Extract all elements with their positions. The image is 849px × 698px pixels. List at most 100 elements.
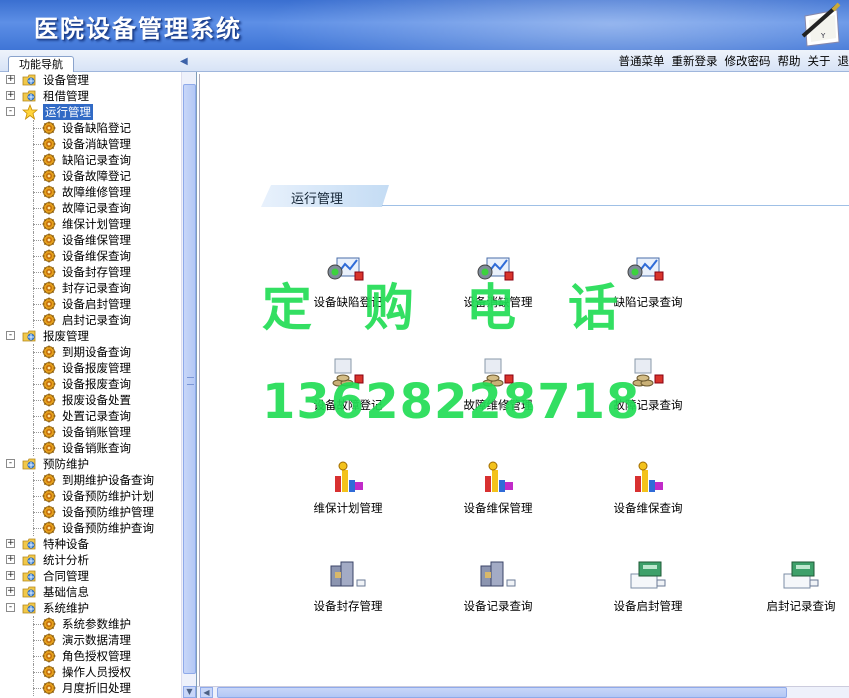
function-tile[interactable]: 维保计划管理 — [283, 460, 403, 530]
gear-icon — [42, 153, 56, 167]
tree-item[interactable]: 启封记录查询 — [0, 312, 180, 328]
expand-plus-icon[interactable]: + — [6, 75, 15, 84]
tree-connector — [33, 208, 41, 209]
gear-icon — [42, 137, 56, 151]
tree-item[interactable]: 设备维保管理 — [0, 232, 180, 248]
tree-item[interactable]: 故障维修管理 — [0, 184, 180, 200]
expand-plus-icon[interactable]: + — [6, 91, 15, 100]
tree-item[interactable]: 设备预防维护管理 — [0, 504, 180, 520]
tree-group[interactable]: - 运行管理 — [0, 103, 180, 121]
app-title: 医院设备管理系统 — [34, 14, 242, 43]
tree-group[interactable]: + 设备管理 — [0, 72, 180, 88]
tree-item[interactable]: 故障记录查询 — [0, 200, 180, 216]
function-tile[interactable]: 设备启封管理 — [583, 558, 703, 628]
gear-icon — [42, 441, 56, 455]
menu-change-password[interactable]: 修改密码 — [725, 53, 771, 69]
maint-manage-icon[interactable] — [475, 460, 519, 496]
collapse-minus-icon[interactable]: - — [6, 107, 15, 116]
function-tile[interactable]: 设备维保查询 — [583, 460, 703, 530]
tree-item[interactable]: 到期设备查询 — [0, 344, 180, 360]
tree-item[interactable]: 设备故障登记 — [0, 168, 180, 184]
menu-relogin[interactable]: 重新登录 — [672, 53, 718, 69]
tile-label[interactable]: 维保计划管理 — [283, 500, 413, 516]
maint-query-icon[interactable] — [625, 460, 669, 496]
tree-label: 设备故障登记 — [62, 169, 131, 183]
tile-label[interactable]: 设备启封管理 — [583, 598, 713, 614]
seal-query-icon[interactable] — [475, 558, 519, 594]
tree-item[interactable]: 设备销账管理 — [0, 424, 180, 440]
scroll-down-icon[interactable]: ▼ — [183, 686, 196, 698]
tree-item[interactable]: 封存记录查询 — [0, 280, 180, 296]
seal-manage-icon[interactable] — [325, 558, 369, 594]
tree-item[interactable]: 缺陷记录查询 — [0, 152, 180, 168]
tree-item[interactable]: 设备封存管理 — [0, 264, 180, 280]
function-tile[interactable]: 设备维保管理 — [433, 460, 553, 530]
tree-item[interactable]: 设备缺陷登记 — [0, 120, 180, 136]
tree-item[interactable]: 到期维护设备查询 — [0, 472, 180, 488]
sidebar-scrollbar[interactable]: ▼ — [181, 72, 196, 698]
gear-icon — [42, 233, 56, 247]
tree-group[interactable]: - 报废管理 — [0, 328, 180, 344]
menu-normal[interactable]: 普通菜单 — [619, 53, 665, 69]
tree-item[interactable]: 设备启封管理 — [0, 296, 180, 312]
tree-item[interactable]: 设备报废查询 — [0, 376, 180, 392]
tree-item[interactable]: 处置记录查询 — [0, 408, 180, 424]
collapse-minus-icon[interactable]: - — [6, 459, 15, 468]
function-tile[interactable]: 启封记录查询 — [736, 558, 849, 628]
tree-group[interactable]: + 统计分析 — [0, 552, 180, 568]
tree-item[interactable]: 设备预防维护查询 — [0, 520, 180, 536]
tree-connector — [33, 688, 41, 689]
expand-plus-icon[interactable]: + — [6, 571, 15, 580]
hscroll-thumb[interactable] — [217, 687, 787, 698]
expand-plus-icon[interactable]: + — [6, 555, 15, 564]
watermark-line1: 定购电话 — [262, 279, 670, 337]
tree-item[interactable]: 设备预防维护计划 — [0, 488, 180, 504]
scrollbar-thumb[interactable] — [183, 84, 196, 674]
menu-help[interactable]: 帮助 — [778, 53, 801, 69]
function-tile[interactable]: 设备封存管理 — [283, 558, 403, 628]
tree-item[interactable]: 维保计划管理 — [0, 216, 180, 232]
scroll-left-icon[interactable]: ◀ — [200, 687, 213, 698]
tree-item[interactable]: 系统参数维护 — [0, 616, 180, 632]
tile-label[interactable]: 设备维保管理 — [433, 500, 563, 516]
menu-about[interactable]: 关于 — [808, 53, 831, 69]
nav-tab[interactable]: 功能导航 — [8, 56, 74, 72]
tree-label: 启封记录查询 — [62, 313, 131, 327]
maint-plan-icon[interactable] — [325, 460, 369, 496]
tree-item[interactable]: 设备维保查询 — [0, 248, 180, 264]
tree-label: 操作人员授权 — [62, 665, 131, 679]
tree-group[interactable]: + 租借管理 — [0, 88, 180, 104]
tree-group[interactable]: - 预防维护 — [0, 456, 180, 472]
menu-exit[interactable]: 退 — [838, 53, 849, 69]
tree-item[interactable]: 角色授权管理 — [0, 648, 180, 664]
tree-item[interactable]: 演示数据清理 — [0, 632, 180, 648]
gear-icon — [42, 313, 56, 327]
unseal-manage-icon[interactable] — [625, 558, 669, 594]
tree-group[interactable]: + 基础信息 — [0, 584, 180, 600]
tree-connector — [33, 432, 41, 433]
tree-group[interactable]: + 特种设备 — [0, 536, 180, 552]
tree-connector — [33, 528, 41, 529]
tile-label[interactable]: 启封记录查询 — [736, 598, 849, 614]
collapse-minus-icon[interactable]: - — [6, 331, 15, 340]
expand-plus-icon[interactable]: + — [6, 539, 15, 548]
expand-plus-icon[interactable]: + — [6, 587, 15, 596]
tree-item[interactable]: 设备销账查询 — [0, 440, 180, 456]
tile-label[interactable]: 设备记录查询 — [433, 598, 563, 614]
tree-item[interactable]: 报废设备处置 — [0, 392, 180, 408]
tree-item[interactable]: 设备报废管理 — [0, 360, 180, 376]
tree-group[interactable]: + 合同管理 — [0, 568, 180, 584]
tree-item[interactable]: 设备消缺管理 — [0, 136, 180, 152]
tile-label[interactable]: 设备维保查询 — [583, 500, 713, 516]
tile-label[interactable]: 设备封存管理 — [283, 598, 413, 614]
tree-item[interactable]: 操作人员授权 — [0, 664, 180, 680]
main-hscrollbar[interactable]: ◀ — [197, 686, 849, 698]
tree-item[interactable]: 月度折旧处理 — [0, 680, 180, 696]
tree-label: 设备销账管理 — [62, 425, 131, 439]
unseal-query-icon[interactable] — [778, 558, 822, 594]
collapse-minus-icon[interactable]: - — [6, 603, 15, 612]
tree-group[interactable]: - 系统维护 — [0, 600, 180, 616]
function-tile[interactable]: 设备记录查询 — [433, 558, 553, 628]
tree-label: 设备预防维护计划 — [62, 489, 154, 503]
collapse-left-icon[interactable]: ◀ — [180, 56, 190, 68]
